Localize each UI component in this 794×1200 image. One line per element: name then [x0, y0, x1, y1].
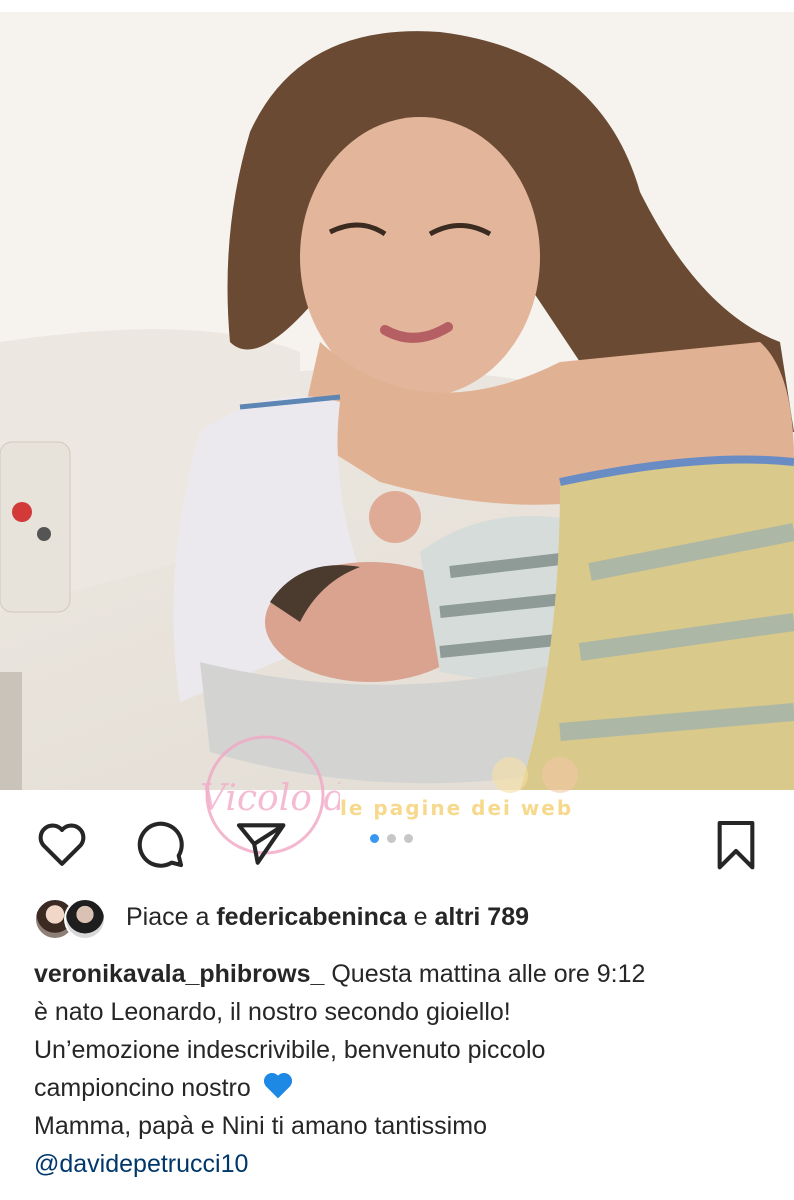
caption-mention[interactable]: @davidepetrucci10: [34, 1145, 774, 1183]
post-photo-illustration: [0, 12, 794, 790]
post-caption: veronikavala_phibrows_ Questa mattina al…: [34, 955, 774, 1183]
save-button[interactable]: [708, 816, 764, 872]
likes-text: Piace a federicabeninca e altri 789: [126, 903, 529, 932]
caption-text-line: è nato Leonardo, il nostro secondo gioie…: [34, 998, 511, 1026]
comment-bubble-icon: [137, 821, 184, 868]
post-photo[interactable]: [0, 12, 794, 790]
heart-outline-icon: [38, 823, 86, 866]
likes-conj: e: [413, 902, 428, 931]
caption-text-line: Mamma, papà e Nini ti amano tantissimo: [34, 1112, 487, 1140]
likes-prefix: Piace a: [126, 902, 210, 931]
likes-row[interactable]: Piace a federicabeninca e altri 789: [34, 892, 529, 942]
comment-button[interactable]: [132, 816, 188, 872]
liker-avatars: [34, 895, 108, 940]
liker-username[interactable]: federicabeninca: [216, 903, 406, 931]
carousel-dot: [387, 834, 396, 843]
carousel-indicator: [370, 834, 413, 843]
avatar: [64, 898, 106, 940]
like-button[interactable]: [34, 816, 90, 872]
carousel-dot: [404, 834, 413, 843]
blue-heart-icon: [263, 1072, 292, 1099]
carousel-dot: [370, 834, 379, 843]
likes-others-count[interactable]: altri 789: [435, 903, 530, 931]
caption-text-line: campioncino nostro: [34, 1074, 251, 1102]
caption-text-line: Un’emozione indescrivibile, benvenuto pi…: [34, 1036, 546, 1064]
caption-username[interactable]: veronikavala_phibrows_: [34, 960, 324, 988]
share-button[interactable]: [232, 816, 288, 872]
caption-text-line: Questa mattina alle ore 9:12: [331, 960, 646, 988]
bookmark-icon: [717, 820, 755, 870]
paper-plane-icon: [236, 823, 286, 865]
